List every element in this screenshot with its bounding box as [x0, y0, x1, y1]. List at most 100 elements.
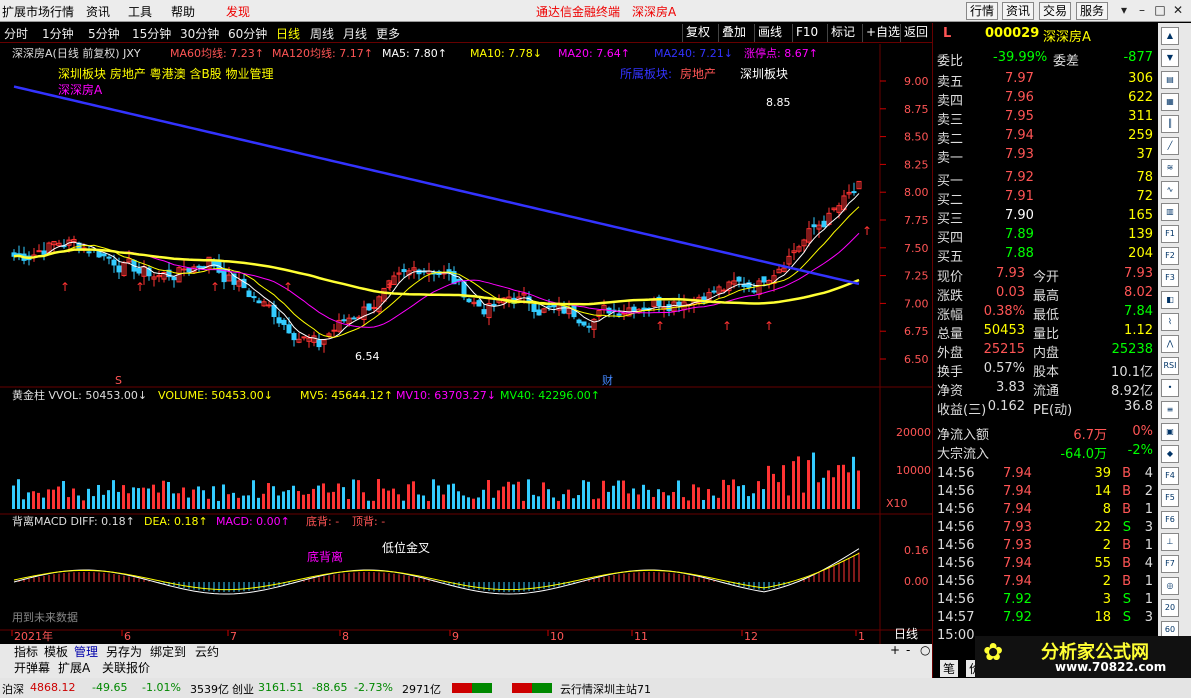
maximize-icon[interactable]: □: [1152, 3, 1168, 19]
period-30min[interactable]: 30分钟: [180, 25, 219, 42]
tab-template[interactable]: 模板: [44, 643, 68, 660]
f4-icon[interactable]: F4: [1161, 467, 1179, 485]
stat-row[interactable]: 外盘 25215 内盘 25238: [935, 341, 1157, 361]
tick-row[interactable]: 14:56 7.94 55 B 4: [935, 555, 1157, 574]
dot-icon[interactable]: •: [1161, 379, 1179, 397]
tab-cloud[interactable]: 云约: [195, 643, 219, 660]
bid-row[interactable]: 买五 7.88 204: [935, 245, 1157, 265]
list-icon[interactable]: ≡: [1161, 401, 1179, 419]
scope-icon[interactable]: ◎: [1161, 577, 1179, 595]
tab-bind-to[interactable]: 绑定到: [150, 643, 186, 660]
btn-back[interactable]: 返回: [900, 24, 931, 42]
reset-icon[interactable]: ○: [920, 643, 930, 657]
pulse-icon[interactable]: ⋀: [1161, 335, 1179, 353]
btn-ext-a[interactable]: 扩展A: [58, 659, 90, 676]
stat-row[interactable]: 换手 0.57% 股本 10.1亿: [935, 360, 1157, 380]
btn-news[interactable]: 资讯: [1002, 2, 1035, 20]
ticket-icon[interactable]: ▣: [1161, 423, 1179, 441]
menu-tools[interactable]: 工具: [128, 3, 152, 20]
btn-service[interactable]: 服务: [1076, 2, 1109, 20]
tick-row[interactable]: 14:56 7.94 2 B 1: [935, 573, 1157, 592]
menu-news[interactable]: 资讯: [86, 3, 110, 20]
tick-row[interactable]: 14:56 7.94 39 B 4: [935, 465, 1157, 484]
ask-row[interactable]: 卖一 7.93 37: [935, 146, 1157, 166]
tab-indicator[interactable]: 指标: [14, 643, 38, 660]
btn-draw[interactable]: 画线: [754, 24, 785, 42]
btn-overlay[interactable]: 叠加: [718, 24, 749, 42]
arrow-down-icon[interactable]: ▼: [1161, 49, 1179, 67]
ask-row[interactable]: 卖二 7.94 259: [935, 127, 1157, 147]
period-weekly[interactable]: 周线: [310, 25, 334, 42]
btn-danmaku[interactable]: 开弹幕: [14, 659, 50, 676]
grid-icon[interactable]: ▦: [1161, 93, 1179, 111]
period-5min[interactable]: 5分钟: [88, 25, 120, 42]
ask-row[interactable]: 卖四 7.96 622: [935, 89, 1157, 109]
compare-icon[interactable]: ≋: [1161, 159, 1179, 177]
sector-realestate[interactable]: 房地产: [680, 66, 716, 81]
f6-icon[interactable]: F6: [1161, 511, 1179, 529]
period-more[interactable]: 更多: [376, 25, 400, 42]
stat-row[interactable]: 涨幅 0.38% 最低 7.84: [935, 303, 1157, 323]
branch-icon[interactable]: ⊥: [1161, 533, 1179, 551]
period-fenshi[interactable]: 分时: [4, 25, 28, 42]
menu-dropdown-icon[interactable]: ▾: [1116, 3, 1132, 19]
stat-row[interactable]: 涨跌 0.03 最高 8.02: [935, 284, 1157, 304]
tab-bi[interactable]: 笔: [940, 660, 959, 677]
menu-discover[interactable]: 发现: [226, 3, 250, 20]
bid-row[interactable]: 买三 7.90 165: [935, 207, 1157, 227]
stat-row[interactable]: 现价 7.93 今开 7.93: [935, 265, 1157, 285]
menu-help[interactable]: 帮助: [171, 3, 195, 20]
zoom-in-icon[interactable]: +: [890, 643, 900, 657]
f5-icon[interactable]: F5: [1161, 489, 1179, 507]
zoom-out-icon[interactable]: -: [906, 643, 910, 657]
bars-icon[interactable]: ▤: [1161, 71, 1179, 89]
tab-save-as[interactable]: 另存为: [106, 643, 142, 660]
f7-icon[interactable]: F7: [1161, 555, 1179, 573]
btn-add-watchlist[interactable]: +自选: [862, 24, 903, 42]
f2-icon[interactable]: F2: [1161, 247, 1179, 265]
table-icon[interactable]: ▥: [1161, 203, 1179, 221]
close-icon[interactable]: ✕: [1170, 3, 1186, 19]
tab-manage[interactable]: 管理: [74, 643, 98, 660]
btn-trade[interactable]: 交易: [1039, 2, 1072, 20]
tick-row[interactable]: 14:57 7.92 18 S 3: [935, 609, 1157, 628]
ask-row[interactable]: 卖三 7.95 311: [935, 108, 1157, 128]
period-daily[interactable]: 日线: [276, 25, 300, 42]
bid-row[interactable]: 买二 7.91 72: [935, 188, 1157, 208]
f1-icon[interactable]: F1: [1161, 225, 1179, 243]
flow-row[interactable]: 大宗流入 -64.0万 -2%: [935, 442, 1157, 462]
flow-row[interactable]: 净流入额 6.7万 0%: [935, 423, 1157, 443]
cube-icon[interactable]: ◆: [1161, 445, 1179, 463]
wave-icon[interactable]: ∿: [1161, 181, 1179, 199]
trend-icon[interactable]: ╱: [1161, 137, 1179, 155]
tick-row[interactable]: 14:56 7.94 8 B 1: [935, 501, 1157, 520]
ask-row[interactable]: 卖五 7.97 306: [935, 70, 1157, 90]
period-60min[interactable]: 60分钟: [228, 25, 267, 42]
bid-row[interactable]: 买四 7.89 139: [935, 226, 1157, 246]
chart-icon[interactable]: ◧: [1161, 291, 1179, 309]
btn-f10[interactable]: F10: [792, 24, 821, 42]
period-1min[interactable]: 1分钟: [42, 25, 74, 42]
line-icon[interactable]: ⌇: [1161, 313, 1179, 331]
minimize-icon[interactable]: –: [1134, 3, 1150, 19]
menu-ext-market[interactable]: 扩展市场行情: [2, 3, 74, 20]
sector-shenzhen[interactable]: 深圳板块: [740, 67, 788, 81]
tick-row[interactable]: 14:56 7.93 2 B 1: [935, 537, 1157, 556]
btn-quote[interactable]: 行情: [966, 2, 999, 20]
period-monthly[interactable]: 月线: [343, 25, 367, 42]
num-20-icon[interactable]: 20: [1161, 599, 1179, 617]
kline-icon[interactable]: ║: [1161, 115, 1179, 133]
btn-fuquan[interactable]: 复权: [682, 24, 713, 42]
period-15min[interactable]: 15分钟: [132, 25, 171, 42]
f3-icon[interactable]: F3: [1161, 269, 1179, 287]
tick-row[interactable]: 14:56 7.93 22 S 3: [935, 519, 1157, 538]
stat-row[interactable]: 总量 50453 量比 1.12: [935, 322, 1157, 342]
btn-mark[interactable]: 标记: [827, 24, 858, 42]
tick-row[interactable]: 14:56 7.94 14 B 2: [935, 483, 1157, 502]
btn-related-quote[interactable]: 关联报价: [102, 659, 150, 676]
tick-row[interactable]: 14:56 7.92 3 S 1: [935, 591, 1157, 610]
kline-chart-panel[interactable]: 深深房A(日线 前复权) JXY MA60均线: 7.23↑ MA120均线: 7.…: [0, 44, 932, 644]
stat-row[interactable]: 净资 3.83 流通 8.92亿: [935, 379, 1157, 399]
arrow-up-icon[interactable]: ▲: [1161, 27, 1179, 45]
bid-row[interactable]: 买一 7.92 78: [935, 169, 1157, 189]
